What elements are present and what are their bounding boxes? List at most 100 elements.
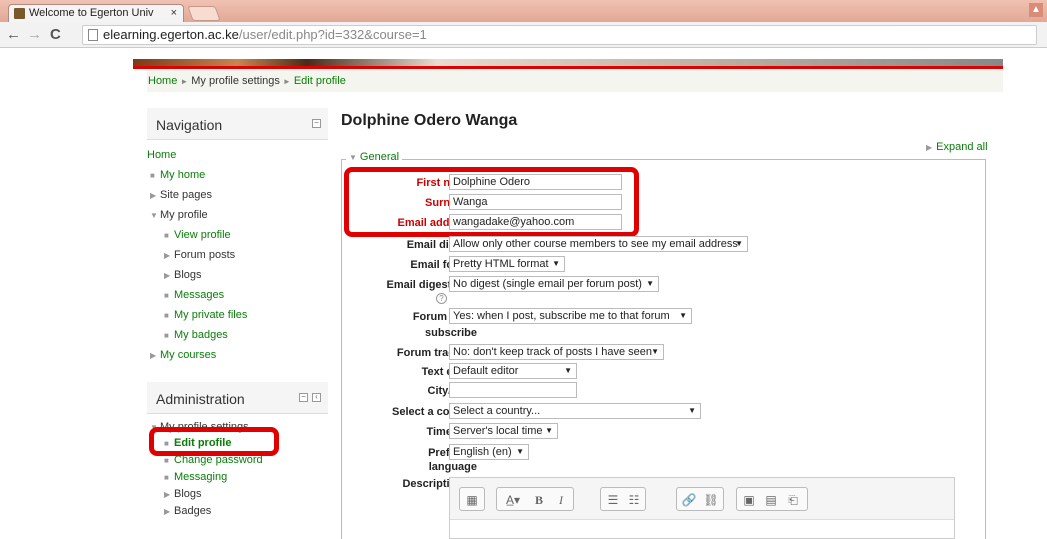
administration-title: Administration bbox=[156, 391, 245, 407]
numbered-list-icon[interactable]: ☷ bbox=[624, 491, 644, 509]
bullet-icon: ■ bbox=[150, 171, 155, 180]
link-icon[interactable]: 🔗 bbox=[679, 491, 699, 509]
email-display-select[interactable]: Allow only other course members to see m… bbox=[449, 236, 748, 252]
dropdown-arrow-icon: ▼ bbox=[564, 366, 572, 375]
nav-blogs[interactable]: ▶ Blogs bbox=[147, 265, 328, 285]
italic-icon[interactable]: I bbox=[551, 491, 571, 509]
user-profile-icon[interactable]: ▲ bbox=[1029, 3, 1043, 17]
expand-arrow-icon: ▶ bbox=[164, 251, 171, 260]
language-label-2: language bbox=[428, 461, 477, 473]
expand-arrow-icon: ▶ bbox=[150, 191, 157, 200]
bullet-icon: ■ bbox=[164, 473, 169, 482]
url-path: /user/edit.php?id=332&course=1 bbox=[238, 27, 427, 42]
unlink-icon[interactable]: ⛓ bbox=[701, 491, 721, 509]
bold-icon[interactable]: B bbox=[529, 491, 549, 509]
language-select[interactable]: English (en) ▼ bbox=[449, 444, 529, 460]
style-dropdown-icon[interactable]: A̲▾ bbox=[500, 491, 526, 509]
tab-title: Welcome to Egerton Univ bbox=[29, 7, 154, 19]
bullet-list-icon[interactable]: ☰ bbox=[603, 491, 623, 509]
expand-arrow-icon: ▶ bbox=[164, 490, 171, 499]
reload-icon[interactable]: C bbox=[50, 26, 61, 44]
back-arrow-icon[interactable]: ← bbox=[6, 26, 21, 44]
toolbar-group: 🔗 ⛓ bbox=[676, 487, 724, 511]
nav-my-profile[interactable]: ▼ My profile bbox=[147, 205, 328, 225]
autosubscribe-select[interactable]: Yes: when I post, subscribe me to that f… bbox=[449, 308, 692, 324]
bullet-icon: ■ bbox=[164, 231, 169, 240]
text-editor-select[interactable]: Default editor ▼ bbox=[449, 363, 577, 379]
city-input[interactable] bbox=[449, 382, 577, 398]
admin-badges[interactable]: ▶ Badges bbox=[147, 503, 328, 520]
timezone-select[interactable]: Server's local time ▼ bbox=[449, 423, 558, 439]
nav-home[interactable]: Home bbox=[147, 145, 328, 165]
page-title: Dolphine Odero Wanga bbox=[341, 112, 518, 129]
breadcrumb-separator: ► bbox=[282, 77, 291, 86]
administration-header: Administration − ‹ bbox=[147, 382, 328, 414]
browser-tab[interactable]: Welcome to Egerton Univ × bbox=[8, 4, 184, 22]
navigation-block: Navigation − Home ■ My home ▶ Site pages ▼… bbox=[147, 108, 328, 365]
admin-messaging[interactable]: ■ Messaging bbox=[147, 469, 328, 486]
toolbar-group: A̲▾ B I bbox=[496, 487, 574, 511]
nav-badges[interactable]: ■ My badges bbox=[147, 325, 328, 345]
expand-arrow-icon: ▶ bbox=[164, 507, 171, 516]
edit-profile-highlight bbox=[149, 427, 279, 456]
expand-arrow-icon: ▶ bbox=[150, 351, 157, 360]
breadcrumb-profile-settings[interactable]: My profile settings bbox=[191, 75, 280, 87]
breadcrumb-separator: ► bbox=[180, 77, 189, 86]
nav-view-profile[interactable]: ■ View profile bbox=[147, 225, 328, 245]
media-icon[interactable]: ▤ bbox=[761, 491, 781, 509]
description-editor[interactable]: ▦ A̲▾ B I ☰ ☷ 🔗 ⛓ ▣ ▤ ⎗ bbox=[449, 477, 955, 539]
dropdown-arrow-icon: ▼ bbox=[545, 426, 553, 435]
expand-arrow-icon: ▶ bbox=[164, 271, 171, 280]
navigation-title: Navigation bbox=[156, 117, 223, 133]
page-icon bbox=[88, 29, 98, 41]
nav-forum-posts[interactable]: ▶ Forum posts bbox=[147, 245, 328, 265]
editor-toolbar: ▦ A̲▾ B I ☰ ☷ 🔗 ⛓ ▣ ▤ ⎗ bbox=[450, 478, 954, 520]
breadcrumb-home[interactable]: Home bbox=[148, 75, 177, 87]
nav-my-courses[interactable]: ▶ My courses bbox=[147, 345, 328, 365]
nav-my-home[interactable]: ■ My home bbox=[147, 165, 328, 185]
admin-blogs[interactable]: ▶ Blogs bbox=[147, 486, 328, 503]
nav-private-files[interactable]: ■ My private files bbox=[147, 305, 328, 325]
navigation-header: Navigation − bbox=[147, 108, 328, 140]
help-icon[interactable]: ? bbox=[436, 291, 447, 305]
address-bar[interactable]: elearning.egerton.ac.ke/user/edit.php?id… bbox=[82, 25, 1037, 45]
dropdown-arrow-icon: ▼ bbox=[646, 279, 654, 288]
digest-select[interactable]: No digest (single email per forum post) ▼ bbox=[449, 276, 659, 292]
general-section-toggle[interactable]: ▼ General bbox=[346, 151, 403, 163]
expand-all-link[interactable]: ▶ Expand all bbox=[926, 141, 988, 153]
dropdown-arrow-icon: ▼ bbox=[735, 239, 743, 248]
url-host: elearning.egerton.ac.ke bbox=[103, 27, 239, 42]
autosubscribe-label-2: subscribe bbox=[425, 327, 477, 339]
new-tab-button[interactable] bbox=[187, 6, 221, 21]
dock-icon[interactable]: ‹ bbox=[312, 393, 321, 402]
close-tab-icon[interactable]: × bbox=[171, 5, 177, 22]
dropdown-arrow-icon: ▼ bbox=[688, 406, 696, 415]
toolbar-group: ☰ ☷ bbox=[600, 487, 646, 511]
nav-site-pages[interactable]: ▶ Site pages bbox=[147, 185, 328, 205]
bullet-icon: ■ bbox=[164, 331, 169, 340]
bullet-icon: ■ bbox=[164, 311, 169, 320]
dropdown-arrow-icon: ▼ bbox=[516, 447, 524, 456]
country-select[interactable]: Select a country... ▼ bbox=[449, 403, 701, 419]
tracking-select[interactable]: No: don't keep track of posts I have see… bbox=[449, 344, 664, 360]
image-icon[interactable]: ▣ bbox=[739, 491, 759, 509]
dropdown-arrow-icon: ▼ bbox=[679, 311, 687, 320]
browser-tab-bar: Welcome to Egerton Univ × ▲ bbox=[0, 0, 1047, 22]
toolbar-group: ▦ bbox=[459, 487, 485, 511]
favicon-icon bbox=[14, 8, 25, 19]
email-format-select[interactable]: Pretty HTML format ▼ bbox=[449, 256, 565, 272]
expand-arrow-icon: ▶ bbox=[926, 143, 933, 152]
toolbar-group: ▣ ▤ ⎗ bbox=[736, 487, 808, 511]
toolbar-toggle-icon[interactable]: ▦ bbox=[462, 491, 482, 509]
banner-highlight bbox=[133, 66, 1003, 69]
browser-toolbar: ← → C elearning.egerton.ac.ke/user/edit.… bbox=[0, 22, 1047, 48]
collapse-icon[interactable]: − bbox=[299, 393, 308, 402]
forward-arrow-icon[interactable]: → bbox=[27, 26, 42, 44]
breadcrumb-edit-profile[interactable]: Edit profile bbox=[294, 75, 346, 87]
nav-messages[interactable]: ■ Messages bbox=[147, 285, 328, 305]
file-manager-icon[interactable]: ⎗ bbox=[783, 491, 803, 509]
collapse-icon[interactable]: − bbox=[312, 119, 321, 128]
breadcrumb: Home ► My profile settings ► Edit profile bbox=[147, 70, 1003, 92]
dropdown-arrow-icon: ▼ bbox=[552, 259, 560, 268]
dropdown-arrow-icon: ▼ bbox=[651, 347, 659, 356]
